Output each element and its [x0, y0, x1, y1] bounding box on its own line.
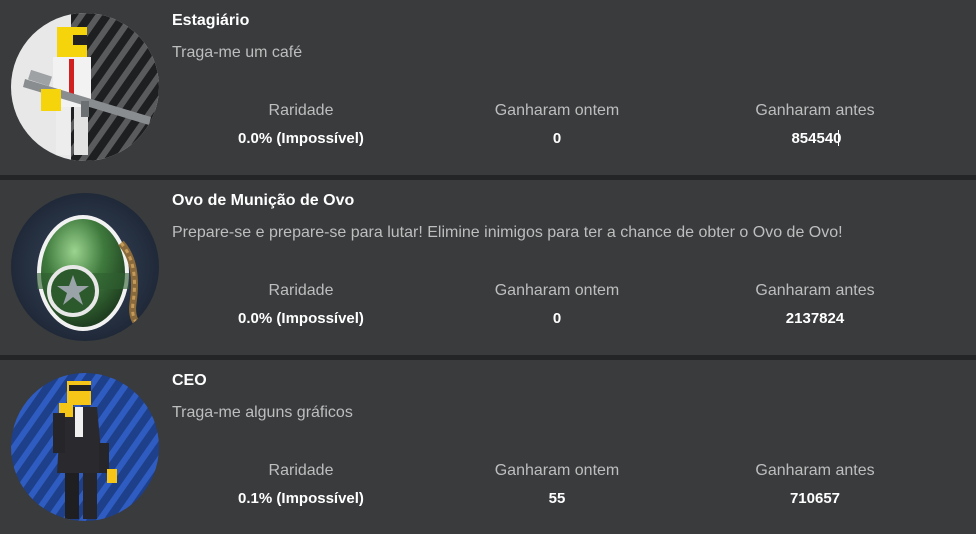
won-yesterday-value: 0: [552, 130, 562, 147]
badge-title: Ovo de Munição de Ovo: [172, 192, 355, 209]
badge-title: Estagiário: [172, 12, 250, 29]
won-before-value: 854540: [791, 130, 842, 147]
won-before-label: Ganharam antes: [755, 102, 875, 119]
rarity-value: 0.1% (Impossível): [238, 490, 364, 507]
intern-rifle-avatar-icon: [11, 13, 159, 161]
rarity-value: 0.0% (Impossível): [238, 130, 364, 147]
rarity-label: Raridade: [268, 102, 334, 119]
won-before-value: 710657: [789, 490, 841, 507]
badge-description: Prepare-se e prepare-se para lutar! Elim…: [172, 224, 843, 241]
rarity-stat: Raridade 0.0% (Impossível): [171, 279, 431, 331]
rarity-label: Raridade: [268, 282, 334, 299]
badge-card-ovo-de-municao[interactable]: Ovo de Munição de Ovo Prepare-se e prepa…: [0, 180, 976, 355]
ceo-suit-avatar-icon: [11, 373, 159, 521]
badge-title: CEO: [172, 372, 207, 389]
won-yesterday-label: Ganharam ontem: [494, 462, 620, 479]
badge-description: Traga-me alguns gráficos: [172, 404, 353, 421]
green-egg-grenade-icon: [11, 193, 159, 341]
won-yesterday-value: 55: [548, 490, 566, 507]
won-yesterday-stat: Ganharam ontem 0: [427, 99, 687, 151]
won-yesterday-stat: Ganharam ontem 0: [427, 279, 687, 331]
won-yesterday-stat: Ganharam ontem 55: [427, 459, 687, 511]
won-yesterday-label: Ganharam ontem: [494, 282, 620, 299]
won-before-value-wrap: 854540: [685, 127, 945, 151]
rarity-stat: Raridade 0.1% (Impossível): [171, 459, 431, 511]
rarity-stat: Raridade 0.0% (Impossível): [171, 99, 431, 151]
rarity-label: Raridade: [268, 462, 334, 479]
won-before-stat: Ganharam antes 2137824: [685, 279, 945, 331]
badge-description: Traga-me um café: [172, 44, 303, 61]
rarity-value: 0.0% (Impossível): [238, 310, 364, 327]
won-before-stat: Ganharam antes 710657: [685, 459, 945, 511]
won-yesterday-label: Ganharam ontem: [494, 102, 620, 119]
badge-card-ceo[interactable]: CEO Traga-me alguns gráficos Raridade 0.…: [0, 360, 976, 534]
won-yesterday-value: 0: [552, 310, 562, 327]
badge-card-estagiario[interactable]: Estagiário Traga-me um café Raridade 0.0…: [0, 0, 976, 175]
won-before-label: Ganharam antes: [755, 282, 875, 299]
text-cursor: [837, 130, 839, 146]
won-before-stat: Ganharam antes 854540: [685, 99, 945, 151]
won-before-label: Ganharam antes: [755, 462, 875, 479]
won-before-value: 2137824: [785, 310, 845, 327]
